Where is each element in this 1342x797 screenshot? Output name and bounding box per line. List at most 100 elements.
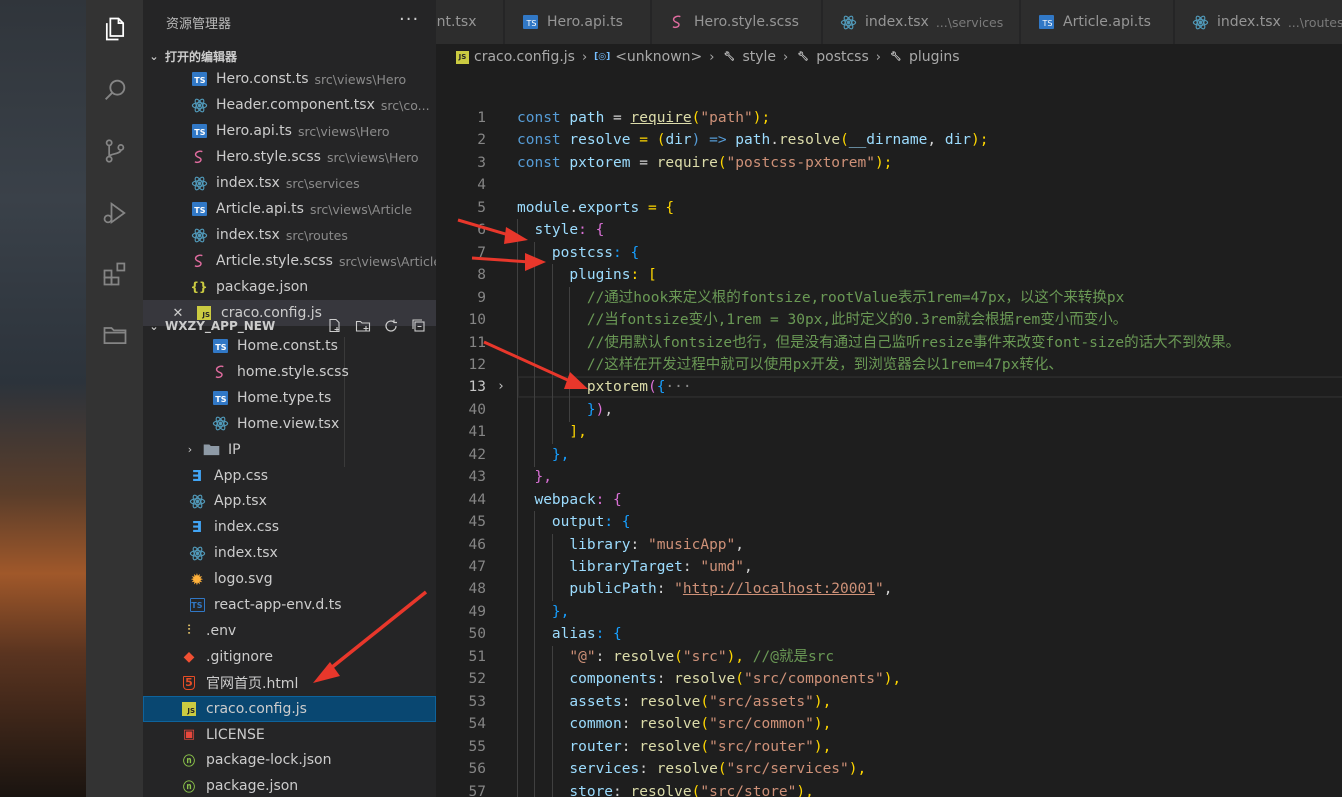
tab-label: Article.api.ts <box>1063 14 1151 30</box>
tree-file-item[interactable]: TS Home.type.ts <box>143 385 436 411</box>
editor-tab[interactable]: Hero.style.scss <box>652 0 822 44</box>
line-number: 50 <box>468 626 486 643</box>
line-number: 4 <box>477 177 486 194</box>
open-editor-item[interactable]: Article.style.scss src\views\Article <box>143 248 436 274</box>
open-editor-item[interactable]: TS Article.api.ts src\views\Article <box>143 196 436 222</box>
open-editor-item[interactable]: {} package.json <box>143 274 436 300</box>
tree-file-item[interactable]: ∃ App.css <box>143 463 436 489</box>
open-editors-header[interactable]: ⌄ 打开的编辑器 <box>143 45 436 67</box>
code-line: 50 alias: { <box>436 623 1342 647</box>
line-number: 1 <box>477 110 486 126</box>
new-file-icon[interactable] <box>326 318 344 334</box>
wrench-icon: 🔧︎ <box>890 52 902 62</box>
line-number: 56 <box>468 761 486 778</box>
chevron-right-icon: › <box>187 443 193 457</box>
tree-file-item[interactable]: App.tsx <box>143 488 436 514</box>
open-editor-item[interactable]: index.tsx src\routes <box>143 222 436 248</box>
tree-file-item[interactable]: ⓝ package.json <box>143 773 436 797</box>
open-editor-item[interactable]: Header.component.tsx src\co... <box>143 92 436 118</box>
line-number: 53 <box>468 693 486 710</box>
tab-label: Hero.style.scss <box>694 14 799 30</box>
tree-item-name: .gitignore <box>206 648 273 665</box>
explorer-icon[interactable] <box>100 14 130 44</box>
open-editor-name: index.tsx <box>216 175 280 191</box>
line-number: 6 <box>477 222 486 239</box>
breadcrumb-postcss[interactable]: 🔧︎ postcss <box>795 49 869 65</box>
collapse-all-icon[interactable] <box>410 318 428 334</box>
chevron-down-icon: ⌄ <box>149 319 159 333</box>
new-folder-icon[interactable] <box>354 318 372 334</box>
tree-file-item[interactable]: 5 官网首页.html <box>143 670 436 696</box>
tab-label: index.tsx <box>1217 14 1281 30</box>
tree-folder-item[interactable]: › IP <box>143 437 436 463</box>
code-line: 10 //当fontsize变小,1rem = 30px,此时定义的0.3rem… <box>436 309 1342 333</box>
code-line: 41 ], <box>436 421 1342 445</box>
typescript-file-icon: TS <box>212 339 228 353</box>
tree-file-item[interactable]: ∃ index.css <box>143 514 436 540</box>
open-editor-item[interactable]: TS Hero.const.ts src\views\Hero <box>143 66 436 92</box>
tree-file-item[interactable]: ✹ logo.svg <box>143 566 436 592</box>
tree-item-name: App.css <box>214 467 269 484</box>
line-number: 54 <box>468 716 486 733</box>
activity-bar <box>86 0 143 797</box>
desktop-wallpaper <box>0 0 86 797</box>
js-file-icon: JS <box>182 701 196 716</box>
line-number: 46 <box>468 536 486 553</box>
code-line: 51 "@": resolve("src"), //@就是src <box>436 645 1342 669</box>
chevron-right-icon: › <box>709 49 715 65</box>
react-file-icon <box>189 494 205 509</box>
scss-file-icon <box>672 15 681 29</box>
tree-item-name: IP <box>228 441 241 458</box>
tree-file-item[interactable]: Home.view.tsx <box>143 411 436 437</box>
tree-file-item[interactable]: ▣ LICENSE <box>143 722 436 748</box>
open-editor-item[interactable]: TS Hero.api.ts src\views\Hero <box>143 118 436 144</box>
typescript-file-icon: TS <box>1038 15 1054 29</box>
code-line: 44 webpack: { <box>436 488 1342 512</box>
tree-item-name: Home.type.ts <box>237 389 332 406</box>
scss-file-icon <box>194 150 203 164</box>
tree-file-item[interactable]: ◆ .gitignore <box>143 644 436 670</box>
editor-tab[interactable]: ent.tsx <box>436 0 504 44</box>
editor-tab[interactable]: TS Article.api.ts <box>1021 0 1174 44</box>
symbol-object-icon: [◎] <box>594 52 611 62</box>
folder-icon[interactable] <box>100 320 130 350</box>
chevron-right-icon: › <box>581 49 588 65</box>
tree-file-item[interactable]: TS Home.const.ts <box>143 333 436 359</box>
more-actions-icon[interactable]: ··· <box>399 9 419 30</box>
code-editor[interactable]: 1 const path = require("path"); 2 const res… <box>436 70 1342 797</box>
typescript-file-icon: TS <box>191 124 207 138</box>
refresh-icon[interactable] <box>382 318 400 334</box>
fold-chevron-icon[interactable]: › <box>497 376 505 399</box>
tree-file-item[interactable]: ⫶ .env <box>143 618 436 644</box>
tree-item-name: package-lock.json <box>206 752 332 769</box>
source-control-icon[interactable] <box>100 136 130 166</box>
project-name: WXZY_APP_NEW <box>165 319 276 333</box>
editor-tab[interactable]: TS Hero.api.ts <box>505 0 651 44</box>
open-editor-item[interactable]: index.tsx src\services <box>143 170 436 196</box>
extensions-icon[interactable] <box>100 259 130 289</box>
tree-file-item[interactable]: index.tsx <box>143 540 436 566</box>
tree-file-item[interactable]: JS craco.config.js <box>143 695 436 722</box>
typescript-file-icon: TS <box>191 202 207 216</box>
tree-file-item[interactable]: home.style.scss <box>143 359 436 385</box>
explorer-sidebar: 资源管理器 ··· ⌄ 打开的编辑器 TS Hero.const.ts src\vi… <box>143 0 436 797</box>
line-number: 9 <box>477 289 486 306</box>
tree-item-name: App.tsx <box>214 493 267 510</box>
code-line: 54 common: resolve("src/common"), <box>436 713 1342 737</box>
open-editor-item[interactable]: Hero.style.scss src\views\Hero <box>143 144 436 170</box>
editor-tab[interactable]: index.tsx ...\services <box>823 0 1020 44</box>
run-debug-icon[interactable] <box>100 198 130 228</box>
line-number: 55 <box>468 738 486 755</box>
breadcrumb-unknown[interactable]: [◎] <unknown> <box>594 49 702 65</box>
breadcrumb-file[interactable]: JS craco.config.js <box>456 49 575 65</box>
editor-tab[interactable]: index.tsx ...\routes <box>1175 0 1342 44</box>
code-line: 57 store: resolve("src/store"), <box>436 780 1342 797</box>
git-file-icon: ◆ <box>183 648 195 665</box>
open-editor-path: src\views\Article <box>338 253 436 269</box>
tree-file-item[interactable]: TS react-app-env.d.ts <box>143 592 436 618</box>
line-number: 48 <box>468 581 486 598</box>
breadcrumb-plugins[interactable]: 🔧︎ plugins <box>888 49 959 65</box>
tree-file-item[interactable]: ⓝ package-lock.json <box>143 747 436 773</box>
breadcrumb-style[interactable]: 🔧︎ style <box>721 49 776 65</box>
search-icon[interactable] <box>100 75 130 105</box>
